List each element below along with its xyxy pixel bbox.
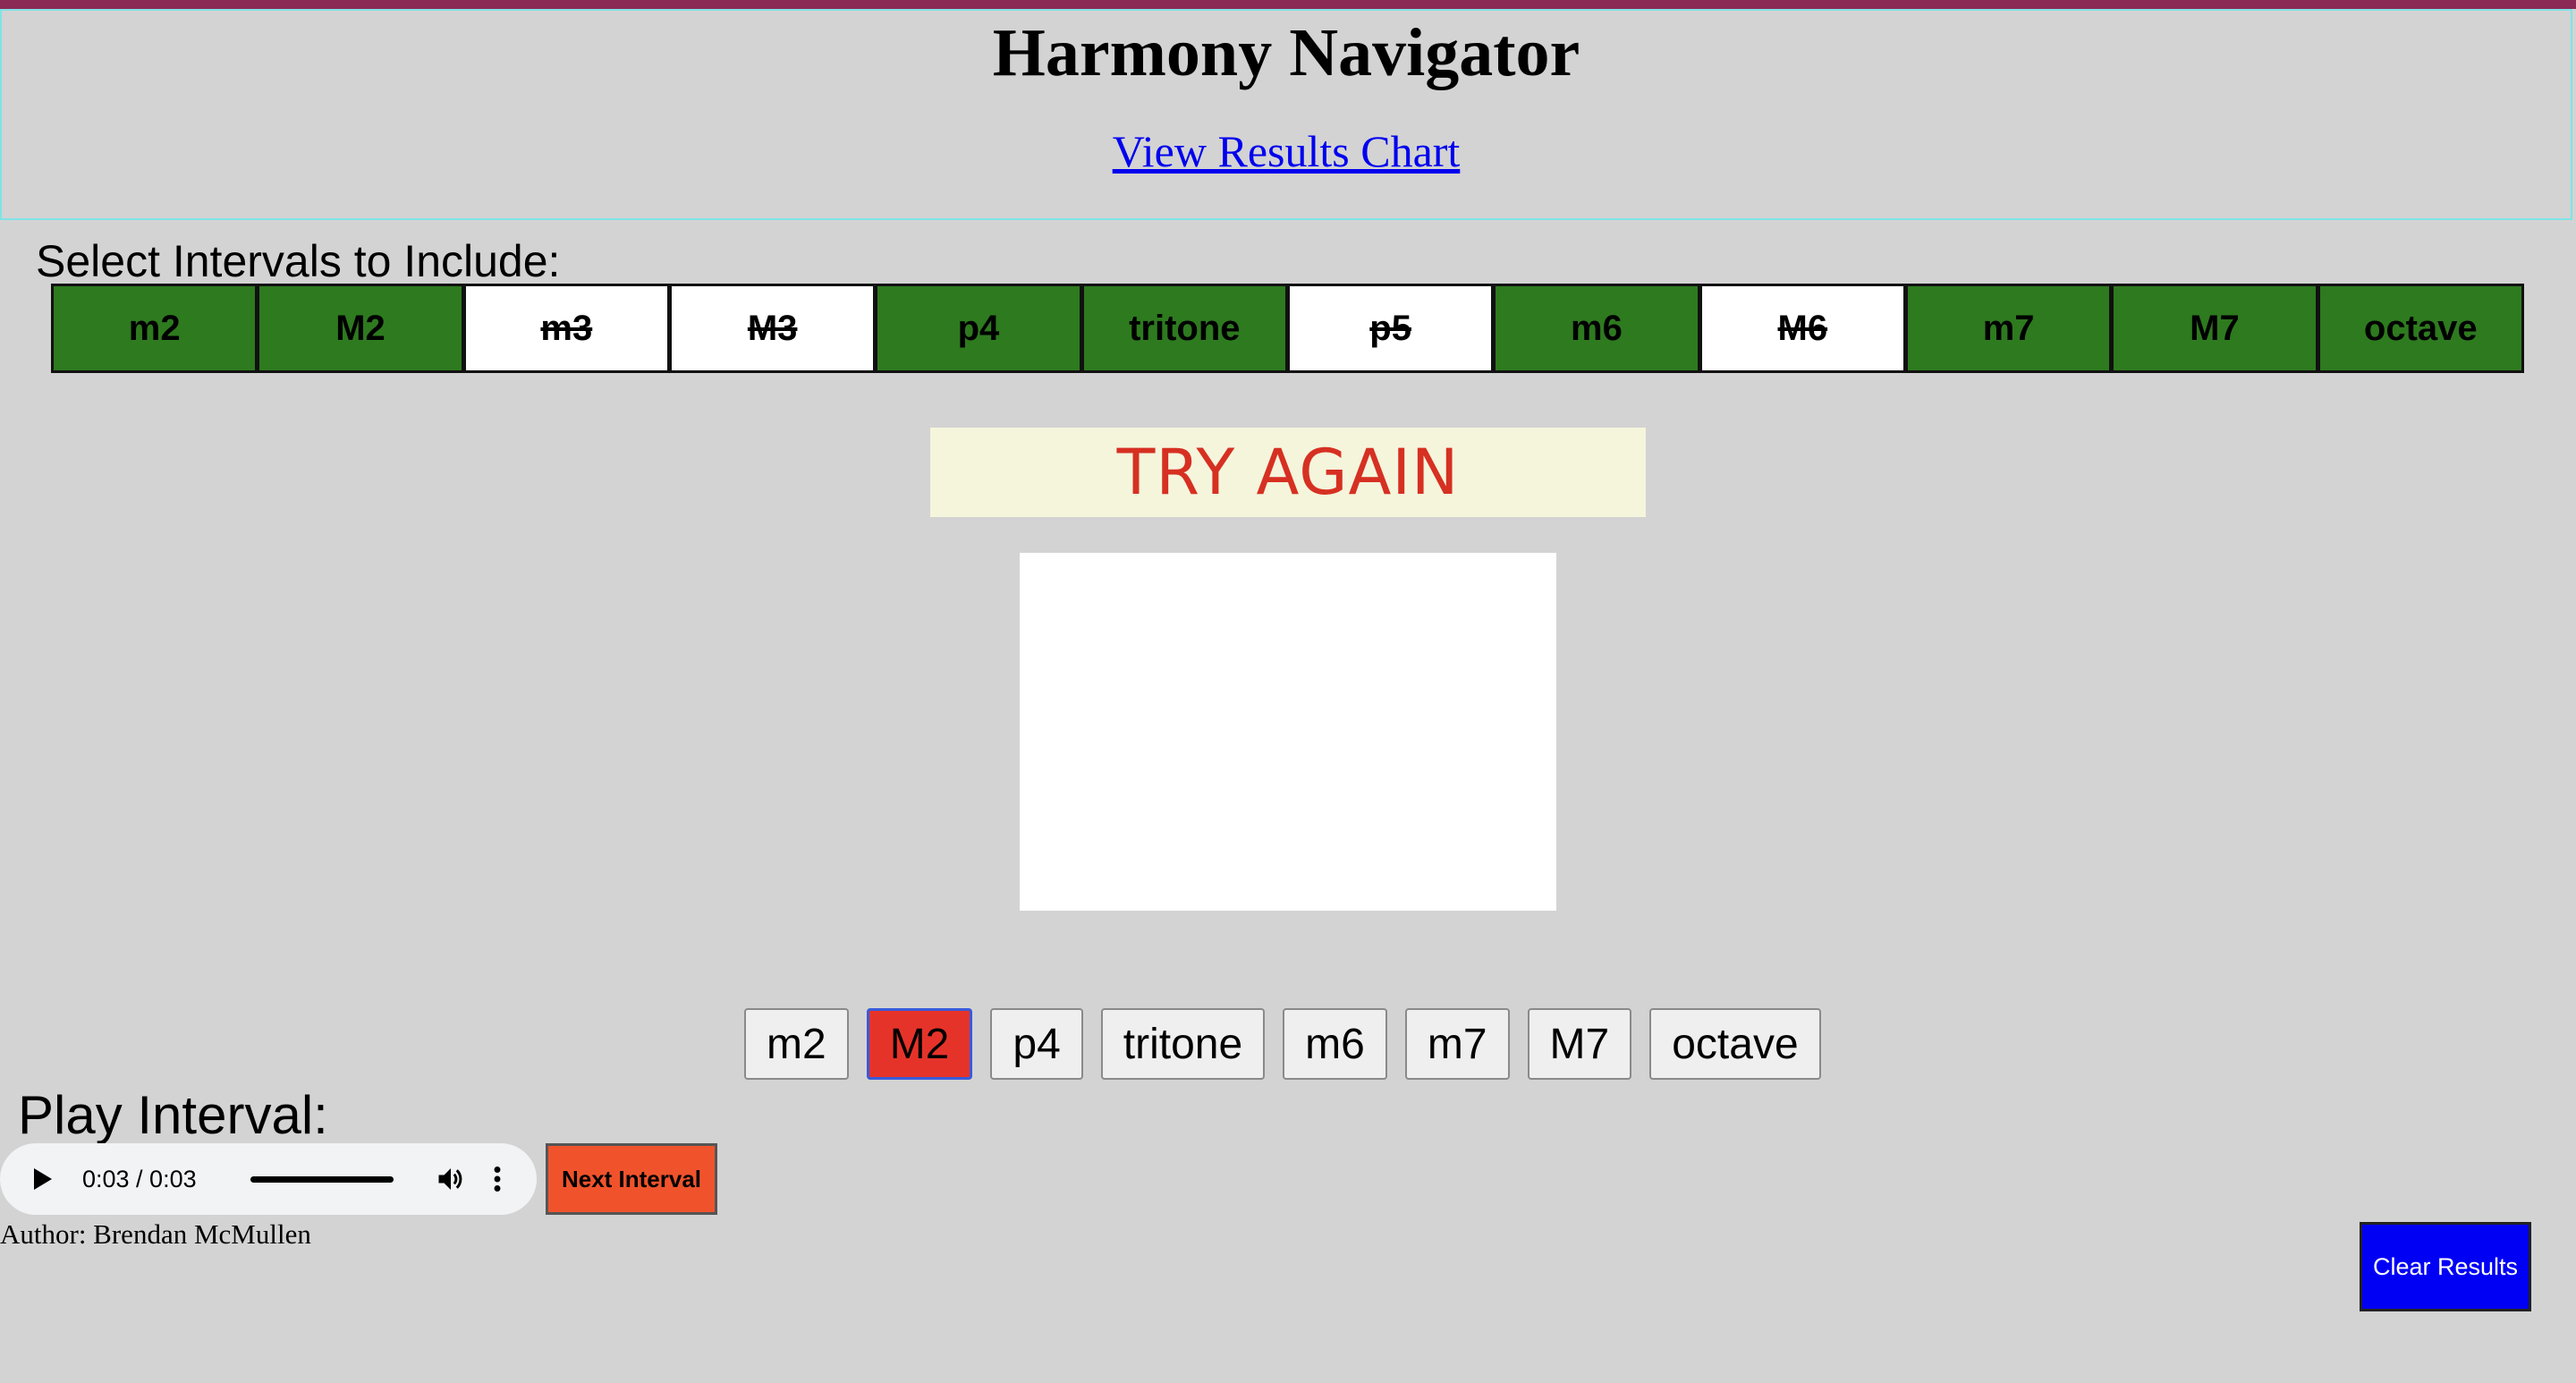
- header: Harmony Navigator View Results Chart: [0, 9, 2572, 220]
- answer-button-3[interactable]: tritone: [1100, 1008, 1266, 1080]
- answer-button-0[interactable]: m2: [744, 1008, 849, 1080]
- view-results-chart-link[interactable]: View Results Chart: [2, 124, 2571, 178]
- author-credit: Author: Brendan McMullen: [0, 1218, 311, 1250]
- feedback-message: TRY AGAIN: [930, 428, 1646, 517]
- interval-toggle-p4[interactable]: p4: [875, 284, 1082, 373]
- interval-toggle-m2-major[interactable]: M2: [257, 284, 464, 373]
- answer-button-1[interactable]: M2: [866, 1008, 973, 1080]
- interval-toggle-m7-major[interactable]: M7: [2111, 284, 2318, 373]
- select-intervals-label: Select Intervals to Include:: [36, 236, 561, 286]
- interval-toggle-m2[interactable]: m2: [51, 284, 258, 373]
- clear-results-button[interactable]: Clear Results: [2360, 1222, 2531, 1311]
- answer-button-4[interactable]: m6: [1283, 1008, 1387, 1080]
- audio-progress-bar[interactable]: [250, 1175, 394, 1183]
- interval-toggle-p5[interactable]: p5: [1286, 284, 1495, 373]
- interval-toggle-m7[interactable]: m7: [1904, 284, 2113, 373]
- interval-selector: m2 M2 m3 M3 p4 tritone p5 m6 M6 m7 M7 octave: [51, 284, 2524, 373]
- interval-toggle-tritone[interactable]: tritone: [1080, 284, 1288, 373]
- page-title: Harmony Navigator: [992, 15, 1580, 90]
- answer-button-7[interactable]: octave: [1649, 1008, 1821, 1080]
- next-interval-button[interactable]: Next Interval: [546, 1143, 717, 1215]
- more-options-icon[interactable]: [488, 1163, 506, 1195]
- notation-display: [1020, 553, 1556, 911]
- interval-toggle-m3-major[interactable]: M3: [668, 284, 877, 373]
- answer-button-5[interactable]: m7: [1404, 1008, 1510, 1080]
- answer-buttons: m2 M2 p4 tritone m6 m7 M7 octave: [744, 1008, 1821, 1080]
- interval-toggle-m6[interactable]: m6: [1493, 284, 1700, 373]
- interval-toggle-octave[interactable]: octave: [2317, 284, 2524, 373]
- top-accent-bar: [0, 0, 2576, 9]
- answer-button-2[interactable]: p4: [990, 1008, 1083, 1080]
- play-icon[interactable]: [34, 1168, 52, 1190]
- interval-toggle-m3[interactable]: m3: [462, 284, 670, 373]
- interval-toggle-m6-major[interactable]: M6: [1699, 284, 1906, 373]
- play-interval-label: Play Interval:: [18, 1085, 328, 1145]
- audio-progress-fill: [250, 1175, 394, 1183]
- time-readout: 0:03 / 0:03: [82, 1165, 197, 1192]
- answer-button-6[interactable]: M7: [1527, 1008, 1632, 1080]
- audio-player: 0:03 / 0:03: [0, 1143, 537, 1215]
- volume-icon[interactable]: [435, 1163, 467, 1195]
